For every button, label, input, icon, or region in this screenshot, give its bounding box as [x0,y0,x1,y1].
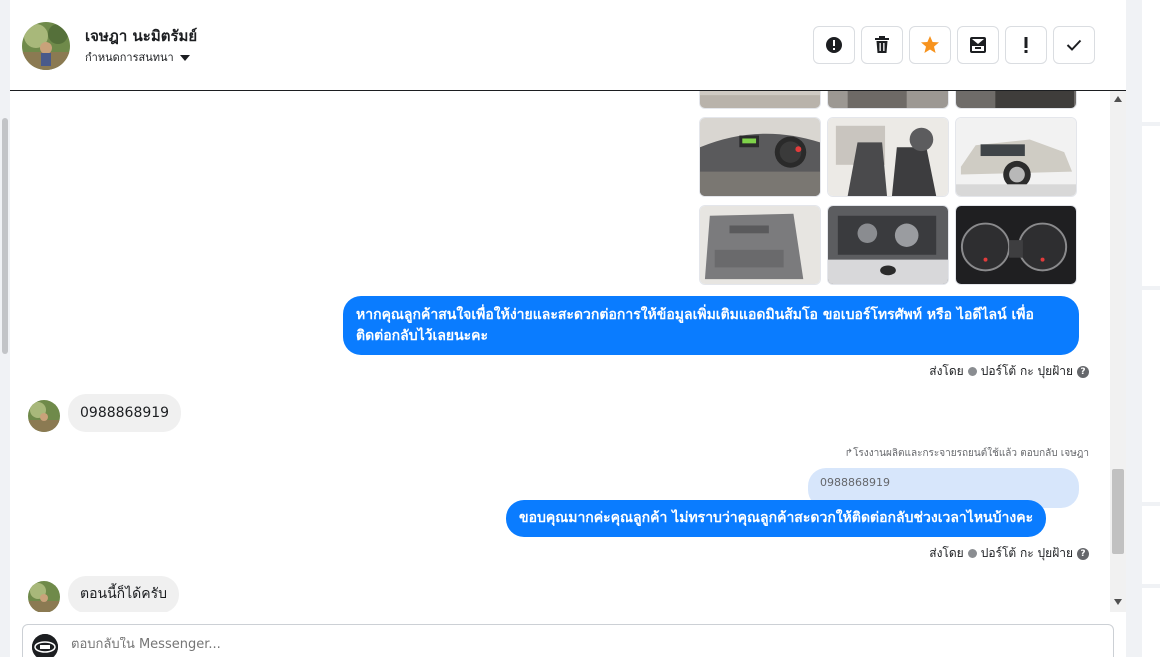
car-photo-door-panel[interactable] [699,205,821,285]
reply-input[interactable] [71,637,971,652]
details-card [1142,290,1160,502]
scroll-down-icon[interactable] [1114,599,1122,605]
car-photo-seat[interactable] [699,91,821,109]
incoming-message[interactable]: 0988868919 [68,394,182,432]
caret-down-icon [179,54,190,61]
sent-by-line: ส่งโดย ปอร์โต้ กะ ปุยฝ้าย ? [929,544,1089,563]
star-button[interactable] [909,26,951,64]
sent-by-line: ส่งโดย ปอร์โต้ กะ ปุยฝ้าย ? [929,362,1089,381]
reply-context: ↱โรงงานผลิตและกระจายรถยนต์ใช้แล้ว ตอบกลั… [845,446,1089,461]
mark-important-button[interactable] [1005,26,1047,64]
exclamation-icon [1024,37,1028,53]
conversation-toolbar [813,26,1095,64]
move-to-inbox-button[interactable] [957,26,999,64]
help-icon[interactable]: ? [1077,365,1089,378]
details-card [1142,588,1160,657]
sender-name: ปอร์โต้ กะ ปุยฝ้าย [980,364,1073,378]
alert-circle-icon [826,37,842,53]
sent-by-label: ส่งโดย [929,546,964,560]
page-logo-icon [32,634,58,657]
reply-composer[interactable] [22,624,1114,657]
quoted-message-text: 0988868919 [820,476,890,489]
incoming-message-text: ตอนนี้ก็ได้ครับ [80,586,168,602]
left-panel-edge [0,0,10,657]
report-button[interactable] [813,26,855,64]
outgoing-message-text: ขอบคุณมากค่ะคุณลูกค้า ไม่ทราบว่าคุณลูกค้… [519,510,1034,526]
conversation-header: เจษฎา นะมิตรัมย์ กำหนดการสนทนา [10,0,1126,91]
contact-avatar-small[interactable] [28,581,60,612]
contact-name: เจษฎา นะมิตรัมย์ [85,27,198,45]
mark-done-button[interactable] [1053,26,1095,64]
car-photo-engine[interactable] [827,205,949,285]
scroll-up-icon[interactable] [1114,96,1122,102]
outgoing-message[interactable]: ขอบคุณมากค่ะคุณลูกค้า ไม่ทราบว่าคุณลูกค้… [506,500,1047,537]
conversation-schedule-dropdown[interactable]: กำหนดการสนทนา [85,48,190,66]
right-details-panel [1126,0,1160,657]
contact-avatar[interactable] [22,22,70,70]
agent-badge-icon [967,367,977,376]
schedule-label: กำหนดการสนทนา [85,51,174,64]
details-card [1142,506,1160,584]
message-thread[interactable]: หากคุณลูกค้าสนใจเพื่อให้ง่ายและสะดวกต่อก… [10,91,1126,612]
agent-badge-icon [967,549,977,558]
details-card [1142,0,1160,122]
delete-button[interactable] [861,26,903,64]
car-photo-exterior[interactable] [955,117,1077,197]
incoming-message-text: 0988868919 [80,405,170,421]
car-photo-gauges[interactable] [955,205,1077,285]
star-icon [921,36,939,53]
reply-context-text: โรงงานผลิตและกระจายรถยนต์ใช้แล้ว ตอบกลับ… [853,448,1089,459]
car-photo-seat-3[interactable] [955,91,1077,109]
inbox-icon [970,37,986,53]
car-photo-front-seats[interactable] [827,117,949,197]
sent-by-label: ส่งโดย [929,364,964,378]
left-panel-scrollbar[interactable] [2,118,8,354]
outgoing-message[interactable]: หากคุณลูกค้าสนใจเพื่อให้ง่ายและสะดวกต่อก… [343,296,1079,355]
scrollbar-thumb[interactable] [1112,469,1124,554]
car-photo-seat-2[interactable] [827,91,949,109]
outgoing-message-text: หากคุณลูกค้าสนใจเพื่อให้ง่ายและสะดวกต่อก… [356,307,1034,344]
thread-scrollbar[interactable] [1110,91,1126,612]
contact-avatar-small[interactable] [28,400,60,432]
check-icon [1066,39,1082,51]
details-card [1142,126,1160,286]
trash-icon [875,36,889,53]
reply-arrow-icon: ↱ [844,448,854,459]
sender-name: ปอร์โต้ กะ ปุยฝ้าย [980,546,1073,560]
car-photo-dashboard[interactable] [699,117,821,197]
conversation-panel: เจษฎา นะมิตรัมย์ กำหนดการสนทนา หากคุณลูก… [10,0,1126,657]
incoming-message[interactable]: ตอนนี้ก็ได้ครับ [68,576,180,612]
help-icon[interactable]: ? [1077,547,1089,560]
